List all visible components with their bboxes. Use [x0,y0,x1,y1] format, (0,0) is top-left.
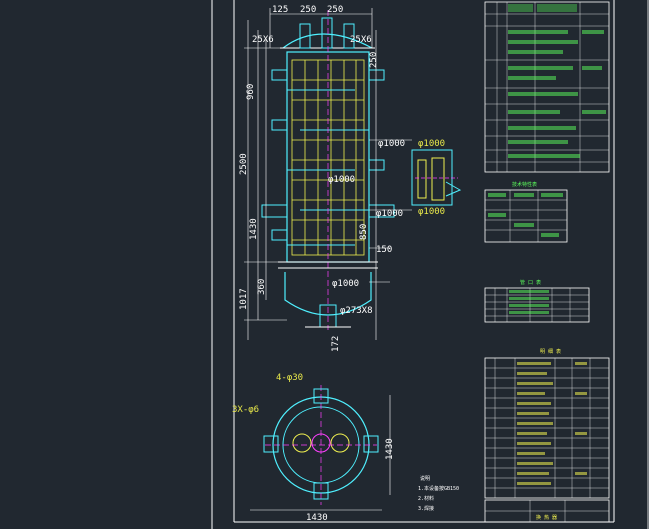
title-block: 换 热 器 [484,499,610,523]
top-nozzle-center [321,17,333,49]
plan-nozzle-left [292,433,312,453]
dimension-lines-right [369,30,412,340]
title-block-name: 换 热 器 [536,514,557,521]
side-nozzle-5 [271,229,288,241]
plan-label-1: 4-φ30 [276,373,303,383]
dim-right-8: 850 [359,224,369,240]
note-3: 3.焊接 [418,505,434,512]
side-nozzle-1 [271,69,288,81]
dim-top-3: 250 [327,5,343,15]
side-nozzle-2 [271,119,288,131]
dim-right-2: φ1000 [376,209,403,219]
dim-top-2: 250 [300,5,316,15]
design-data-table [484,1,610,173]
plan-lug-left [263,435,279,453]
dim-right-4: 150 [376,245,392,255]
tech-table: 技术特性表 [484,181,568,243]
detail-plate-right [431,157,445,201]
dim-right-1: φ1000 [378,139,405,149]
elevation-view: 125 250 250 25X6 25X6 960 2500 1430 360 … [239,5,412,352]
dim-top-5: 25X6 [350,35,372,45]
dim-right-6: φ273X8 [340,306,373,316]
side-nozzle-3 [368,69,385,81]
detail-plate-left [417,159,427,199]
dim-right-7: 172 [331,336,341,352]
parts-list-title: 明 细 表 [540,348,561,355]
dim-top-1: 125 [272,5,288,15]
detail-wedge [445,181,462,197]
side-nozzle-4 [368,159,385,171]
plan-dim-bottom: 1430 [306,513,328,523]
parts-list: 明 细 表 [484,348,610,499]
note-2: 2.材料 [418,495,434,502]
section-detail: φ1000 φ1000 [411,139,462,217]
dim-left-4: 360 [257,279,267,295]
plan-dim-right: 1430 [385,438,395,460]
nozzle-table-title: 管 口 表 [520,279,541,286]
dim-left-5: 1017 [239,288,249,310]
plan-label-2: 3X-φ6 [232,405,259,415]
plan-view: 4-φ30 3X-φ6 1430 1430 [232,373,395,523]
dim-right-3: φ1000 [332,279,359,289]
cad-drawing-canvas: 125 250 250 25X6 25X6 960 2500 1430 360 … [211,0,649,529]
dim-right-9: 250 [369,52,379,68]
dim-left-1: 960 [246,84,256,100]
dim-left-2: 2500 [239,153,249,175]
nozzle-table: 管 口 表 [484,279,590,323]
plan-lug-right [363,435,379,453]
detail-label-bottom: φ1000 [418,207,445,217]
note-0: 说明 [420,475,430,482]
dim-right-5: φ1000 [328,175,355,185]
plan-nozzle-right [330,433,350,453]
tech-table-title: 技术特性表 [512,181,537,188]
dim-top-4: 25X6 [252,35,274,45]
dim-left-3: 1430 [249,218,259,240]
note-1: 1.本设备按GB150 [418,485,459,492]
notes: 说明 1.本设备按GB150 2.材料 3.焊接 [418,475,459,512]
detail-label-top: φ1000 [418,139,445,149]
